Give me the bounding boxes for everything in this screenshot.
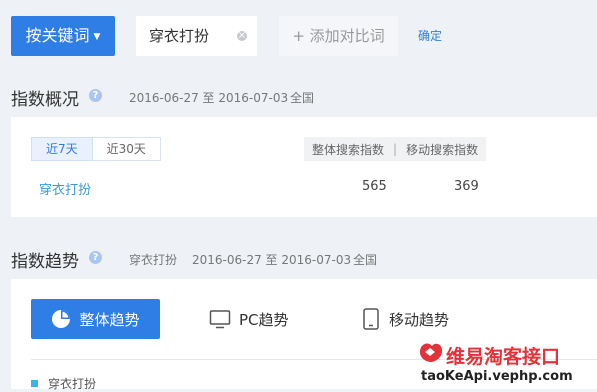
tablet-icon [363, 308, 379, 330]
overview-title: 指数概况 [11, 90, 79, 110]
header-mobile-index: 移动搜索指数 [406, 142, 479, 157]
watermark-url: taoKeApi.vephp.com [421, 369, 573, 384]
trend-keyword: 穿衣打扮 [129, 253, 178, 267]
add-compare-button[interactable]: + 添加对比词 [279, 16, 398, 56]
overall-index-value: 565 [362, 179, 387, 194]
period-tabs: 近7天 近30天 [31, 137, 161, 161]
mobile-trend-option[interactable]: 移动趋势 [361, 299, 449, 339]
keyword-chip-label: 穿衣打扮 [149, 27, 210, 45]
trend-title: 指数趋势 [11, 252, 79, 272]
overall-trend-button[interactable]: 整体趋势 [31, 299, 160, 339]
tab-7-days[interactable]: 近7天 [31, 137, 93, 161]
overview-region: 全国 [290, 91, 315, 105]
legend-label: 穿衣打扮 [48, 377, 97, 391]
header-separator: | [393, 142, 398, 156]
overview-date-range: 2016-06-27 至 2016-07-03 [129, 91, 289, 105]
overview-panel: 近7天 近30天 整体搜索指数 | 移动搜索指数 穿衣打扮 565 369 [11, 117, 597, 217]
pc-trend-label: PC趋势 [239, 310, 289, 329]
trend-date-range: 2016-06-27 至 2016-07-03 [192, 253, 352, 267]
overall-trend-label: 整体趋势 [79, 310, 140, 329]
tab-30-days[interactable]: 近30天 [92, 137, 161, 161]
trend-region: 全国 [353, 253, 378, 267]
mobile-trend-label: 移动趋势 [389, 310, 450, 329]
keyword-mode-dropdown[interactable]: 按关键词 ▼ [11, 16, 115, 56]
help-icon[interactable]: ? [89, 251, 102, 264]
help-icon[interactable]: ? [89, 89, 102, 102]
keyword-chip[interactable]: 穿衣打扮 × [136, 16, 257, 56]
watermark-logo [418, 340, 444, 368]
header-overall-index: 整体搜索指数 [312, 142, 385, 157]
keyword-link[interactable]: 穿衣打扮 [39, 179, 91, 198]
caret-down-icon: ▼ [93, 32, 101, 42]
confirm-button[interactable]: 确定 [418, 16, 442, 56]
monitor-icon [209, 310, 231, 329]
legend-swatch [31, 380, 38, 387]
remove-icon[interactable]: × [237, 31, 247, 41]
pie-chart-icon [52, 310, 71, 328]
pc-trend-option[interactable]: PC趋势 [209, 299, 289, 339]
watermark-title: 维易淘客接口 [446, 346, 561, 368]
mobile-index-value: 369 [454, 179, 479, 194]
keyword-mode-label: 按关键词 [25, 26, 90, 45]
index-header: 整体搜索指数 | 移动搜索指数 [304, 137, 487, 161]
